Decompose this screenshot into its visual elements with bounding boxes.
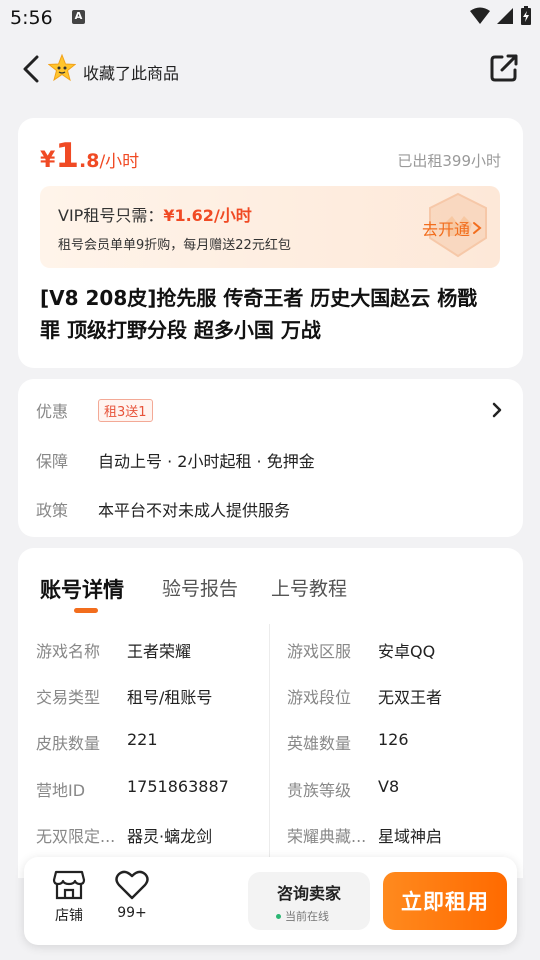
detail-value: 221	[127, 730, 158, 749]
price-unit: /小时	[99, 152, 140, 172]
vip-prefix: VIP租号只需：	[58, 206, 164, 225]
signal-icon	[497, 8, 513, 24]
policy-value: 本平台不对未成人提供服务	[98, 501, 291, 520]
header: 收藏了此商品	[0, 44, 540, 96]
battery-icon	[521, 6, 531, 25]
avatar	[47, 53, 77, 82]
price-symbol: ¥	[40, 148, 56, 173]
guarantee-row: 保障 自动上号 · 2小时起租 · 免押金	[36, 448, 315, 472]
vip-open-label: 去开通	[421, 220, 470, 239]
promo-tag: 租3送1	[98, 398, 153, 422]
rent-now-button[interactable]: 立即租用	[383, 872, 507, 930]
detail-value: V8	[378, 777, 400, 796]
service-info-card: 优惠 租3送1 保障 自动上号 · 2小时起租 · 免押金 政策 本平台不对未成…	[18, 379, 523, 537]
detail-label: 交易类型	[36, 688, 101, 707]
chevron-right-icon	[473, 222, 482, 234]
vip-banner[interactable]: VIP租号只需：¥1.62/小时 租号会员单单9折购，每月赠送22元红包 去开通	[40, 186, 500, 268]
seller-online-status: 当前在线	[276, 908, 329, 924]
detail-label: 贵族等级	[287, 781, 352, 800]
detail-label: 荣耀典藏...	[287, 827, 367, 846]
detail-value: 1751863887	[127, 777, 229, 796]
detail-label: 无双限定...	[36, 827, 116, 846]
heart-icon	[115, 870, 149, 900]
vip-description: 租号会员单单9折购，每月赠送22元红包	[58, 238, 291, 253]
policy-row: 政策 本平台不对未成人提供服务	[36, 497, 290, 521]
favorite-count: 99+	[117, 905, 147, 921]
detail-label: 英雄数量	[287, 734, 352, 753]
detail-value: 无双王者	[378, 688, 443, 707]
share-button[interactable]	[488, 52, 520, 84]
favorite-status-text: 收藏了此商品	[83, 64, 180, 83]
price-decimal: .8	[78, 150, 100, 172]
store-icon	[52, 870, 86, 900]
guarantee-value: 自动上号 · 2小时起租 · 免押金	[98, 452, 315, 471]
detail-value: 王者荣耀	[127, 642, 192, 661]
favorite-button[interactable]: 99+	[115, 869, 149, 921]
store-button[interactable]: 店铺	[52, 869, 86, 925]
detail-label: 皮肤数量	[36, 734, 101, 753]
star-mascot-icon	[47, 53, 77, 82]
online-status-label: 当前在线	[285, 910, 329, 923]
rent-price: ¥ 1 .8 /小时	[40, 136, 139, 176]
back-button[interactable]	[16, 52, 46, 86]
detail-value: 安卓QQ	[378, 642, 436, 661]
contact-seller-button[interactable]: 咨询卖家 当前在线	[248, 872, 370, 930]
detail-value: 星域神启	[378, 827, 443, 846]
detail-label: 游戏区服	[287, 642, 352, 661]
detail-label: 游戏名称	[36, 642, 101, 661]
share-icon	[490, 54, 518, 82]
promo-label: 优惠	[36, 402, 69, 421]
status-time: 5:56	[10, 7, 53, 29]
tab-verification-report[interactable]: 验号报告	[162, 574, 238, 601]
bottom-action-bar: 店铺 99+ 咨询卖家 当前在线 立即租用	[24, 857, 517, 945]
tab-login-tutorial[interactable]: 上号教程	[271, 574, 347, 601]
vip-open-button[interactable]: 去开通	[422, 216, 482, 240]
chevron-left-icon	[23, 55, 39, 83]
wifi-icon	[470, 7, 490, 24]
promo-row[interactable]: 优惠 租3送1	[36, 398, 153, 422]
detail-label: 游戏段位	[287, 688, 352, 707]
chevron-right-icon[interactable]	[491, 401, 503, 419]
guarantee-label: 保障	[36, 452, 69, 471]
column-divider	[269, 624, 270, 874]
price-card: ¥ 1 .8 /小时 已出租399小时 VIP租号只需：¥1.62/小时 租号会…	[18, 118, 523, 368]
tab-account-details[interactable]: 账号详情	[40, 574, 124, 604]
vip-price: ¥1.62/小时	[163, 206, 252, 225]
contact-seller-label: 咨询卖家	[276, 884, 341, 903]
active-tab-indicator	[74, 608, 98, 613]
online-dot-icon	[276, 913, 281, 919]
store-label: 店铺	[55, 908, 83, 924]
notification-icon: A	[72, 10, 85, 24]
detail-label: 营地ID	[36, 781, 86, 800]
product-title: [V8 208皮]抢先服 传奇王者 历史大国赵云 杨戬 罪 顶级打野分段 超多小…	[40, 286, 478, 342]
account-details-card: 账号详情 验号报告 上号教程 游戏名称 王者荣耀 游戏区服 安卓QQ 交易类型 …	[18, 548, 523, 878]
policy-label: 政策	[36, 501, 69, 520]
detail-value: 器灵·螭龙剑	[127, 827, 213, 846]
price-integer: 1	[55, 136, 79, 176]
vip-price-line: VIP租号只需：¥1.62/小时	[58, 202, 252, 226]
rented-hours: 已出租399小时	[397, 152, 501, 170]
status-icons	[470, 6, 532, 26]
detail-value: 126	[378, 730, 409, 749]
detail-value: 租号/租账号	[127, 688, 213, 707]
status-bar: 5:56 A	[0, 0, 540, 36]
